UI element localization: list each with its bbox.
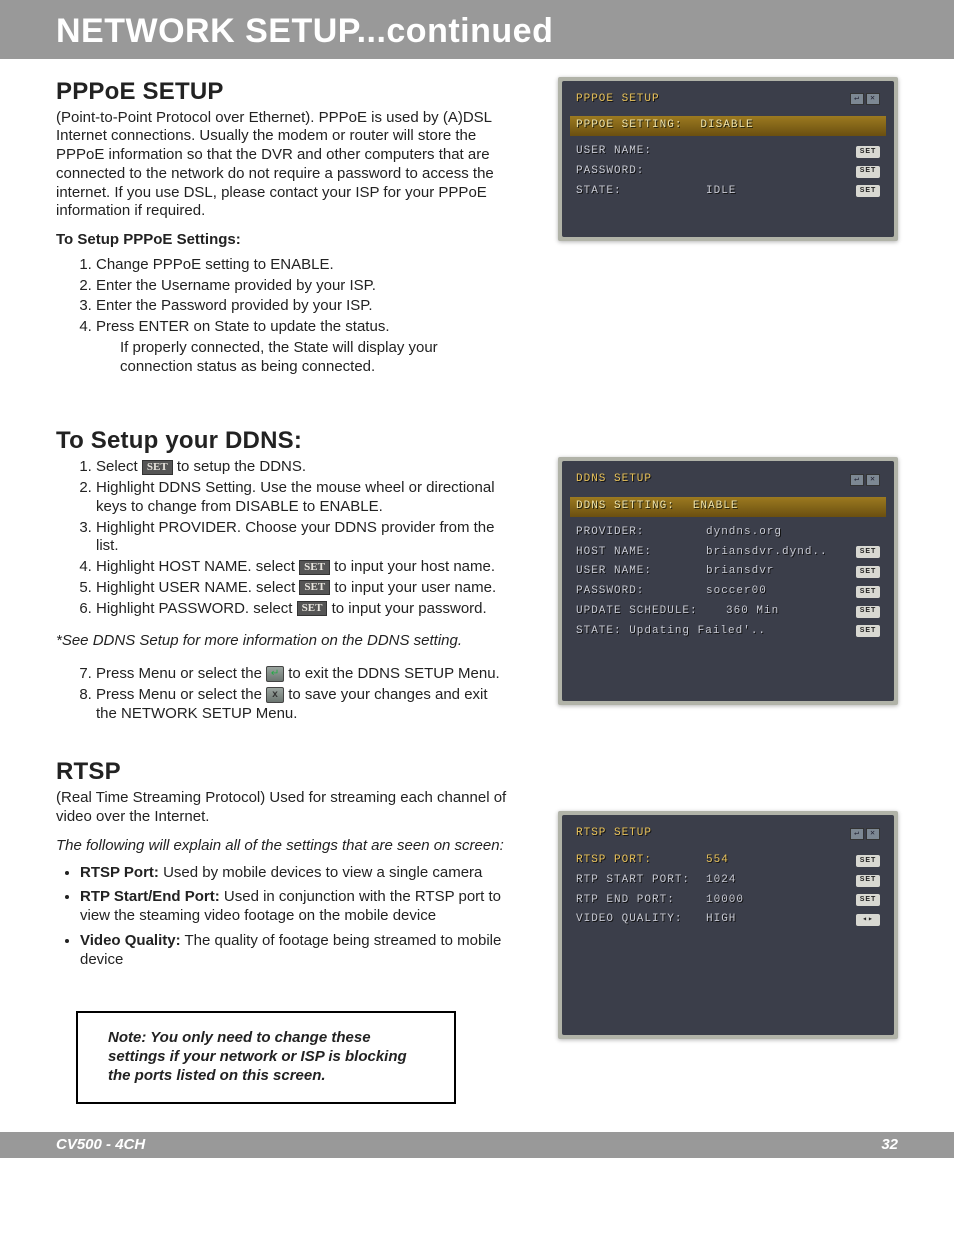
ddns-step-8: Press Menu or select the x to save your … — [96, 686, 512, 724]
right-column: PPPOE SETUP ↵✕ PPPOE SETTING: DISABLE US… — [532, 77, 898, 1104]
left-column: PPPoE SETUP (Point-to-Point Protocol ove… — [56, 77, 512, 1104]
page-title: NETWORK SETUP...continued — [56, 10, 954, 53]
dvr2-title: DDNS SETUP — [576, 473, 652, 487]
dvr3-row-rtp-end: RTP END PORT:10000SET — [570, 891, 886, 911]
ddns-screenshot: DDNS SETUP ↵✕ DDNS SETTING: ENABLE PROVI… — [558, 457, 898, 705]
dvr1-titlebar-icons: ↵✕ — [850, 93, 880, 105]
dvr1-row-username: USER NAME:SET — [570, 142, 886, 162]
set-button: SET — [856, 875, 880, 887]
set-button: SET — [856, 586, 880, 598]
set-button: SET — [856, 166, 880, 178]
rtsp-bullet-1: RTSP Port: Used by mobile devices to vie… — [80, 864, 512, 883]
close-icon: ✕ — [866, 828, 880, 840]
dvr1-title: PPPOE SETUP — [576, 93, 660, 107]
dvr3-row-video-quality: VIDEO QUALITY:HIGH◂▸ — [570, 910, 886, 930]
set-button: SET — [856, 625, 880, 637]
set-button: SET — [856, 894, 880, 906]
pppoe-setup-label: To Setup PPPoE Settings: — [56, 231, 512, 250]
dvr1-setting-bar: PPPOE SETTING: DISABLE — [570, 116, 886, 136]
page-banner: NETWORK SETUP...continued — [0, 0, 954, 59]
pppoe-step-4-text: Press ENTER on State to update the statu… — [96, 318, 390, 335]
close-icon: ✕ — [866, 474, 880, 486]
pppoe-step-3: Enter the Password provided by your ISP. — [96, 297, 512, 316]
footer-model: CV500 - 4CH — [56, 1136, 145, 1155]
rtsp-bullet-2: RTP Start/End Port: Used in conjunction … — [80, 888, 512, 926]
set-button: SET — [856, 185, 880, 197]
ddns-step-1: Select SET to setup the DDNS. — [96, 458, 512, 477]
ddns-step-6: Highlight PASSWORD. select SET to input … — [96, 600, 512, 619]
ddns-step-4: Highlight HOST NAME. select SET to input… — [96, 558, 512, 577]
close-icon: ✕ — [866, 93, 880, 105]
rtsp-heading: RTSP — [56, 757, 512, 787]
pppoe-step-4-note: If properly connected, the State will di… — [120, 339, 512, 377]
footer-bar: CV500 - 4CH 32 — [0, 1132, 954, 1159]
dvr2-row-password: PASSWORD:soccer00SET — [570, 582, 886, 602]
footer-page-number: 32 — [881, 1136, 898, 1155]
set-button: SET — [856, 606, 880, 618]
dvr2-row-provider: PROVIDER:dyndns.org — [570, 523, 886, 543]
dvr1-row-password: PASSWORD:SET — [570, 162, 886, 182]
rtsp-bullet-3: Video Quality: The quality of footage be… — [80, 932, 512, 970]
dvr2-row-username: USER NAME:briansdvrSET — [570, 562, 886, 582]
enter-icon: ↵ — [850, 474, 864, 486]
pppoe-step-1: Change PPPoE setting to ENABLE. — [96, 256, 512, 275]
rtsp-bullets: RTSP Port: Used by mobile devices to vie… — [80, 864, 512, 970]
dvr2-row-state: STATE: Updating Failed'..SET — [570, 622, 886, 642]
ddns-step-2: Highlight DDNS Setting. Use the mouse wh… — [96, 479, 512, 517]
note-box: Note: You only need to change these sett… — [76, 1011, 456, 1103]
dvr3-row-rtp-start: RTP START PORT:1024SET — [570, 871, 886, 891]
rtsp-screenshot: RTSP SETUP ↵✕ RTSP PORT:554SET RTP START… — [558, 811, 898, 1039]
set-button: SET — [856, 546, 880, 558]
enter-icon: ↵ — [850, 828, 864, 840]
pppoe-desc: (Point-to-Point Protocol over Ethernet).… — [56, 109, 512, 222]
rtsp-desc: (Real Time Streaming Protocol) Used for … — [56, 789, 512, 827]
dvr1-row-state: STATE:IDLESET — [570, 182, 886, 202]
pppoe-screenshot: PPPOE SETUP ↵✕ PPPOE SETTING: DISABLE US… — [558, 77, 898, 242]
note-text: Note: You only need to change these sett… — [108, 1029, 424, 1085]
set-button: SET — [856, 855, 880, 867]
set-icon: SET — [297, 601, 328, 616]
rtsp-explain: The following will explain all of the se… — [56, 837, 512, 856]
pppoe-heading: PPPoE SETUP — [56, 77, 512, 107]
dvr2-row-hostname: HOST NAME:briansdvr.dynd..SET — [570, 543, 886, 563]
ddns-note: *See DDNS Setup for more information on … — [56, 632, 512, 651]
ddns-step-3: Highlight PROVIDER. Choose your DDNS pro… — [96, 519, 512, 557]
pppoe-steps: Change PPPoE setting to ENABLE. Enter th… — [96, 256, 512, 377]
ddns-heading: To Setup your DDNS: — [56, 426, 512, 456]
set-button: SET — [856, 566, 880, 578]
close-icon: x — [266, 687, 284, 703]
ddns-step-7: Press Menu or select the ↵ to exit the D… — [96, 665, 512, 684]
page-body: PPPoE SETUP (Point-to-Point Protocol ove… — [0, 77, 954, 1104]
pppoe-step-2: Enter the Username provided by your ISP. — [96, 277, 512, 296]
nav-arrows-icon: ◂▸ — [856, 914, 880, 926]
enter-icon: ↵ — [850, 93, 864, 105]
dvr2-setting-bar: DDNS SETTING: ENABLE — [570, 497, 886, 517]
dvr3-row-rtsp-port: RTSP PORT:554SET — [570, 851, 886, 871]
dvr3-title: RTSP SETUP — [576, 827, 652, 841]
set-icon: SET — [142, 460, 173, 475]
set-icon: SET — [299, 560, 330, 575]
dvr2-titlebar-icons: ↵✕ — [850, 474, 880, 486]
ddns-steps-2: Press Menu or select the ↵ to exit the D… — [96, 665, 512, 723]
ddns-step-5: Highlight USER NAME. select SET to input… — [96, 579, 512, 598]
set-button: SET — [856, 146, 880, 158]
set-icon: SET — [299, 580, 330, 595]
dvr2-row-schedule: UPDATE SCHEDULE:360 MinSET — [570, 602, 886, 622]
enter-icon: ↵ — [266, 666, 284, 682]
dvr3-titlebar-icons: ↵✕ — [850, 828, 880, 840]
ddns-steps: Select SET to setup the DDNS. Highlight … — [96, 458, 512, 618]
pppoe-step-4: Press ENTER on State to update the statu… — [96, 318, 512, 376]
